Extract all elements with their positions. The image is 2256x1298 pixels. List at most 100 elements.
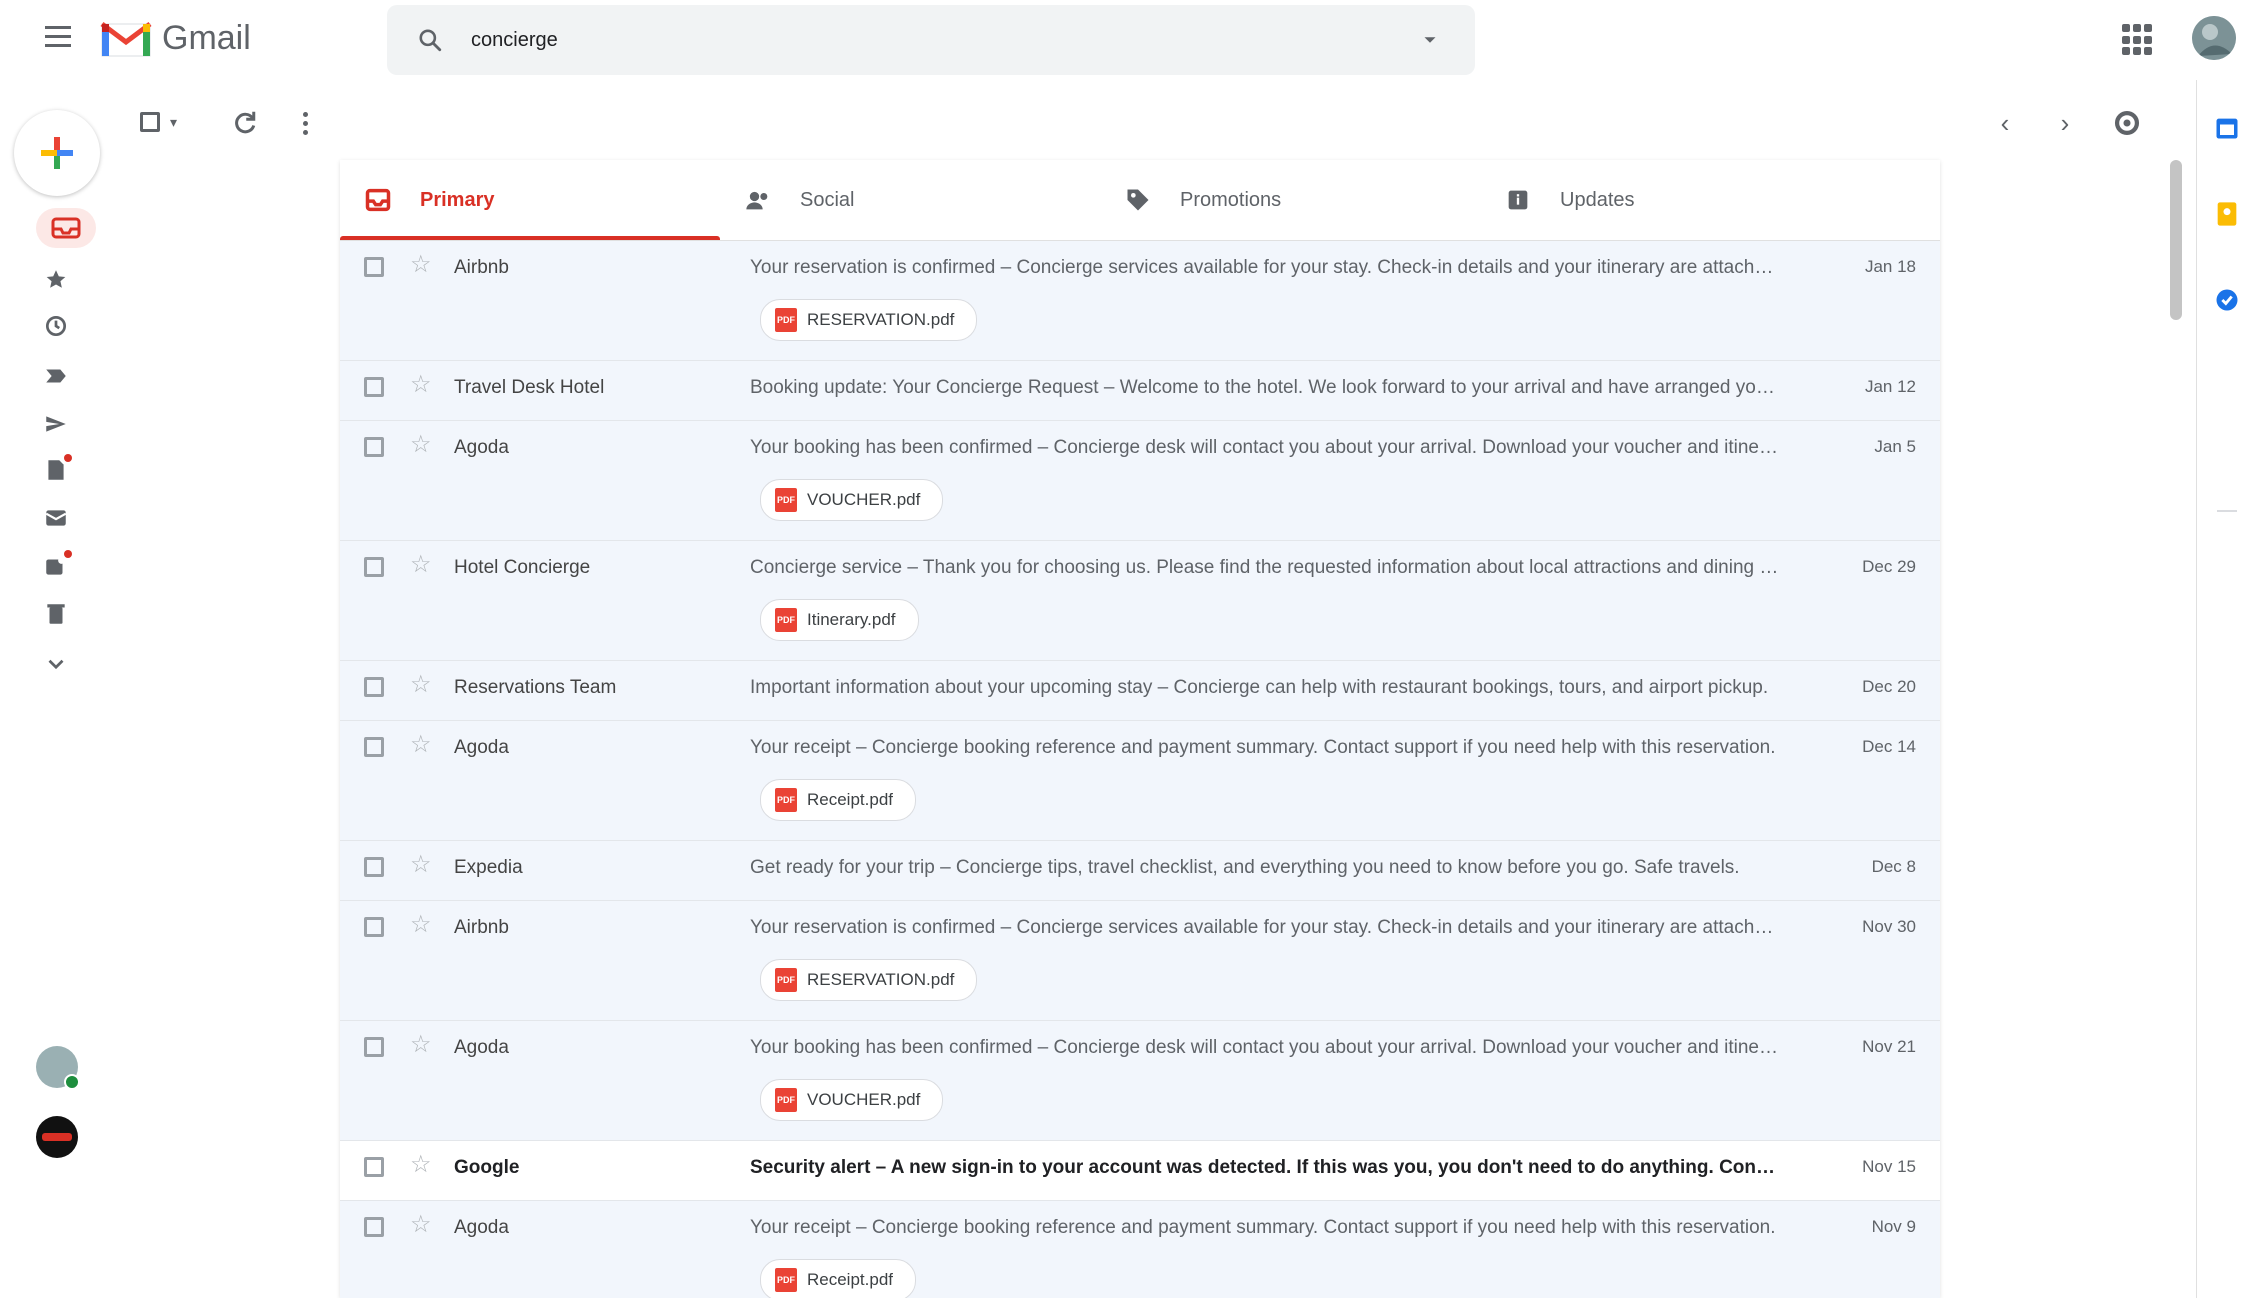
- sidebar-item-sent[interactable]: [42, 410, 70, 438]
- email-date: Jan 5: [1874, 437, 1916, 456]
- attachment-chip[interactable]: PDF VOUCHER.pdf: [760, 479, 944, 521]
- sidebar-item-all-mail[interactable]: [42, 504, 70, 532]
- email-row[interactable]: ☆ Reservations Team Important information …: [340, 661, 1940, 721]
- scrollbar-thumb[interactable]: [2170, 160, 2182, 320]
- email-row[interactable]: ☆ Agoda Your receipt – Concierge booking r…: [340, 721, 1940, 841]
- sidebar-item-drafts[interactable]: [42, 454, 72, 484]
- keep-icon[interactable]: [2213, 200, 2241, 228]
- tag-icon: [1127, 189, 1149, 211]
- sidebar-item-starred[interactable]: [42, 266, 70, 294]
- email-row[interactable]: ☆ Google Security alert – A new sign-in to…: [340, 1141, 1940, 1201]
- attachment-chip[interactable]: PDF RESERVATION.pdf: [760, 299, 978, 341]
- gear-icon[interactable]: [2110, 106, 2144, 140]
- email-row[interactable]: ☆ Expedia Get ready for your trip – Concie…: [340, 841, 1940, 901]
- email-row[interactable]: ☆ Agoda Your booking has been confirmed – …: [340, 421, 1940, 541]
- email-sender: Agoda: [454, 737, 509, 758]
- newer-page-button[interactable]: ›: [2050, 108, 2080, 138]
- attachment-name: Receipt.pdf: [807, 790, 893, 809]
- search-input[interactable]: [469, 19, 1415, 61]
- mail-icon: [45, 510, 67, 526]
- select-all-checkbox[interactable]: [140, 112, 160, 132]
- compose-button[interactable]: [14, 110, 100, 196]
- gmail-logo-icon: [100, 22, 152, 57]
- list-scrollbar[interactable]: [2170, 160, 2182, 1298]
- row-checkbox[interactable]: [364, 677, 384, 697]
- tab-updates[interactable]: Updates: [1480, 160, 1860, 240]
- row-checkbox[interactable]: [364, 257, 384, 277]
- star-icon[interactable]: ☆: [410, 553, 432, 577]
- menu-icon: [45, 43, 71, 47]
- attachment-chip[interactable]: PDF VOUCHER.pdf: [760, 1079, 944, 1121]
- main-menu-button[interactable]: [40, 18, 76, 54]
- select-menu-caret-icon[interactable]: ▾: [170, 114, 177, 131]
- star-icon[interactable]: ☆: [410, 1213, 432, 1237]
- calendar-icon[interactable]: [2213, 114, 2241, 142]
- email-date: Nov 30: [1862, 917, 1916, 936]
- attachment-chip[interactable]: PDF Receipt.pdf: [760, 779, 916, 821]
- row-checkbox[interactable]: [364, 1157, 384, 1177]
- sidebar-item-trash[interactable]: [42, 600, 70, 628]
- star-icon[interactable]: ☆: [410, 673, 432, 697]
- row-checkbox[interactable]: [364, 857, 384, 877]
- tab-promotions[interactable]: Promotions: [1100, 160, 1480, 240]
- google-apps-icon[interactable]: [2122, 24, 2154, 56]
- more-actions-icon[interactable]: [290, 108, 320, 138]
- email-sender: Airbnb: [454, 917, 509, 938]
- row-checkbox[interactable]: [364, 377, 384, 397]
- email-sender: Agoda: [454, 437, 509, 458]
- attachment-name: RESERVATION.pdf: [807, 310, 955, 329]
- star-icon[interactable]: ☆: [410, 733, 432, 757]
- star-icon[interactable]: ☆: [410, 253, 432, 277]
- sidebar-item-more[interactable]: [42, 650, 70, 678]
- email-sender: Travel Desk Hotel: [454, 377, 605, 398]
- email-row[interactable]: ☆ Hotel Concierge Concierge service – Than…: [340, 541, 1940, 661]
- search-bar[interactable]: [387, 5, 1475, 75]
- attachment-chip[interactable]: PDF Itinerary.pdf: [760, 599, 919, 641]
- email-subject: Your reservation is confirmed – Concierg…: [750, 917, 1780, 938]
- email-sender: Airbnb: [454, 257, 509, 278]
- star-icon[interactable]: ☆: [410, 433, 432, 457]
- search-icon[interactable]: [417, 27, 443, 53]
- email-sender: Agoda: [454, 1037, 509, 1058]
- email-row[interactable]: ☆ Agoda Your receipt – Concierge booking r…: [340, 1201, 1940, 1298]
- tab-social[interactable]: Social: [720, 160, 1100, 240]
- sidebar-item-snoozed[interactable]: [42, 312, 70, 340]
- star-icon: [46, 270, 66, 288]
- email-date: Nov 9: [1871, 1217, 1916, 1236]
- sidebar-item-inbox[interactable]: [36, 208, 96, 248]
- star-icon[interactable]: ☆: [410, 1153, 432, 1177]
- email-row[interactable]: ☆ Travel Desk Hotel Booking update: Your C…: [340, 361, 1940, 421]
- attachment-name: RESERVATION.pdf: [807, 970, 955, 989]
- older-page-button[interactable]: ‹: [1990, 108, 2020, 138]
- email-row[interactable]: ☆ Airbnb Your reservation is confirmed – C…: [340, 901, 1940, 1021]
- attachment-chip[interactable]: PDF Receipt.pdf: [760, 1259, 916, 1298]
- chat-user-avatar[interactable]: [36, 1046, 80, 1090]
- tab-label: Updates: [1560, 188, 1635, 211]
- search-options-button[interactable]: [1415, 25, 1445, 55]
- sidebar-item-scheduled[interactable]: [42, 550, 72, 580]
- row-checkbox[interactable]: [364, 437, 384, 457]
- tab-primary[interactable]: Primary: [340, 160, 720, 240]
- star-icon[interactable]: ☆: [410, 373, 432, 397]
- row-checkbox[interactable]: [364, 917, 384, 937]
- inbox-icon: [51, 217, 81, 239]
- gmail-logo[interactable]: Gmail: [100, 12, 251, 64]
- refresh-icon[interactable]: [230, 108, 260, 138]
- star-icon[interactable]: ☆: [410, 913, 432, 937]
- star-icon[interactable]: ☆: [410, 1033, 432, 1057]
- account-avatar[interactable]: [2192, 16, 2236, 60]
- row-checkbox[interactable]: [364, 1037, 384, 1057]
- row-checkbox[interactable]: [364, 1217, 384, 1237]
- attachment-chip[interactable]: PDF RESERVATION.pdf: [760, 959, 978, 1001]
- category-tabs: Primary Social Promotions Updates: [340, 160, 1940, 241]
- row-checkbox[interactable]: [364, 557, 384, 577]
- sidebar-item-important[interactable]: [42, 362, 70, 390]
- tasks-icon[interactable]: [2213, 286, 2241, 314]
- send-icon: [46, 416, 66, 432]
- avatar-image-icon: [2192, 16, 2236, 60]
- email-row[interactable]: ☆ Airbnb Your reservation is confirmed – C…: [340, 241, 1940, 361]
- star-icon[interactable]: ☆: [410, 853, 432, 877]
- email-row[interactable]: ☆ Agoda Your booking has been confirmed – …: [340, 1021, 1940, 1141]
- meet-user-avatar[interactable]: [36, 1116, 78, 1158]
- row-checkbox[interactable]: [364, 737, 384, 757]
